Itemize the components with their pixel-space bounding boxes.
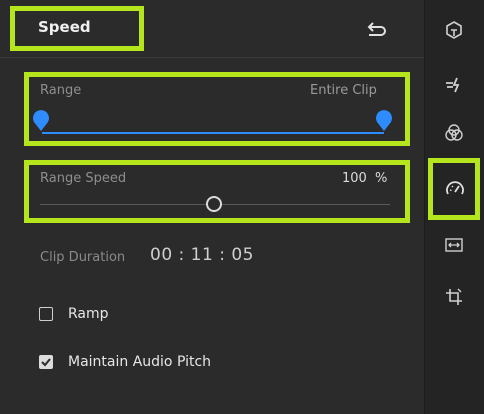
maintain-audio-pitch-checkbox[interactable] xyxy=(39,355,53,369)
panel-header: Speed xyxy=(0,0,424,58)
ramp-label[interactable]: Ramp xyxy=(68,306,109,322)
crop-icon[interactable] xyxy=(443,286,465,308)
panel-title: Speed xyxy=(38,18,91,36)
range-start-handle[interactable] xyxy=(32,110,50,132)
checkmark-icon xyxy=(41,358,51,367)
reset-icon[interactable] xyxy=(366,19,388,37)
speed-panel: Speed Range Entire Clip Range Speed 100 … xyxy=(0,0,424,414)
speed-gauge-icon[interactable] xyxy=(444,178,466,200)
range-label: Range xyxy=(40,83,82,98)
range-track[interactable] xyxy=(42,132,384,134)
maintain-audio-pitch-label[interactable]: Maintain Audio Pitch xyxy=(68,354,211,370)
color-wheel-icon[interactable] xyxy=(443,19,465,41)
range-speed-slider-thumb[interactable] xyxy=(206,196,222,212)
clip-duration-value[interactable]: 00 : 11 : 05 xyxy=(150,245,254,265)
auto-enhance-icon[interactable] xyxy=(443,74,465,96)
range-speed-label: Range Speed xyxy=(40,171,127,186)
range-speed-value: 100 % xyxy=(342,171,387,186)
ramp-checkbox[interactable] xyxy=(39,307,53,321)
range-end-handle[interactable] xyxy=(375,110,393,132)
color-circles-icon[interactable] xyxy=(443,122,465,144)
range-value: Entire Clip xyxy=(310,83,377,98)
range-speed-number: 100 xyxy=(342,171,367,186)
clip-duration-label: Clip Duration xyxy=(40,250,126,265)
stretch-icon[interactable] xyxy=(443,234,465,256)
range-speed-highlight xyxy=(24,160,410,223)
range-speed-unit: % xyxy=(374,171,388,186)
